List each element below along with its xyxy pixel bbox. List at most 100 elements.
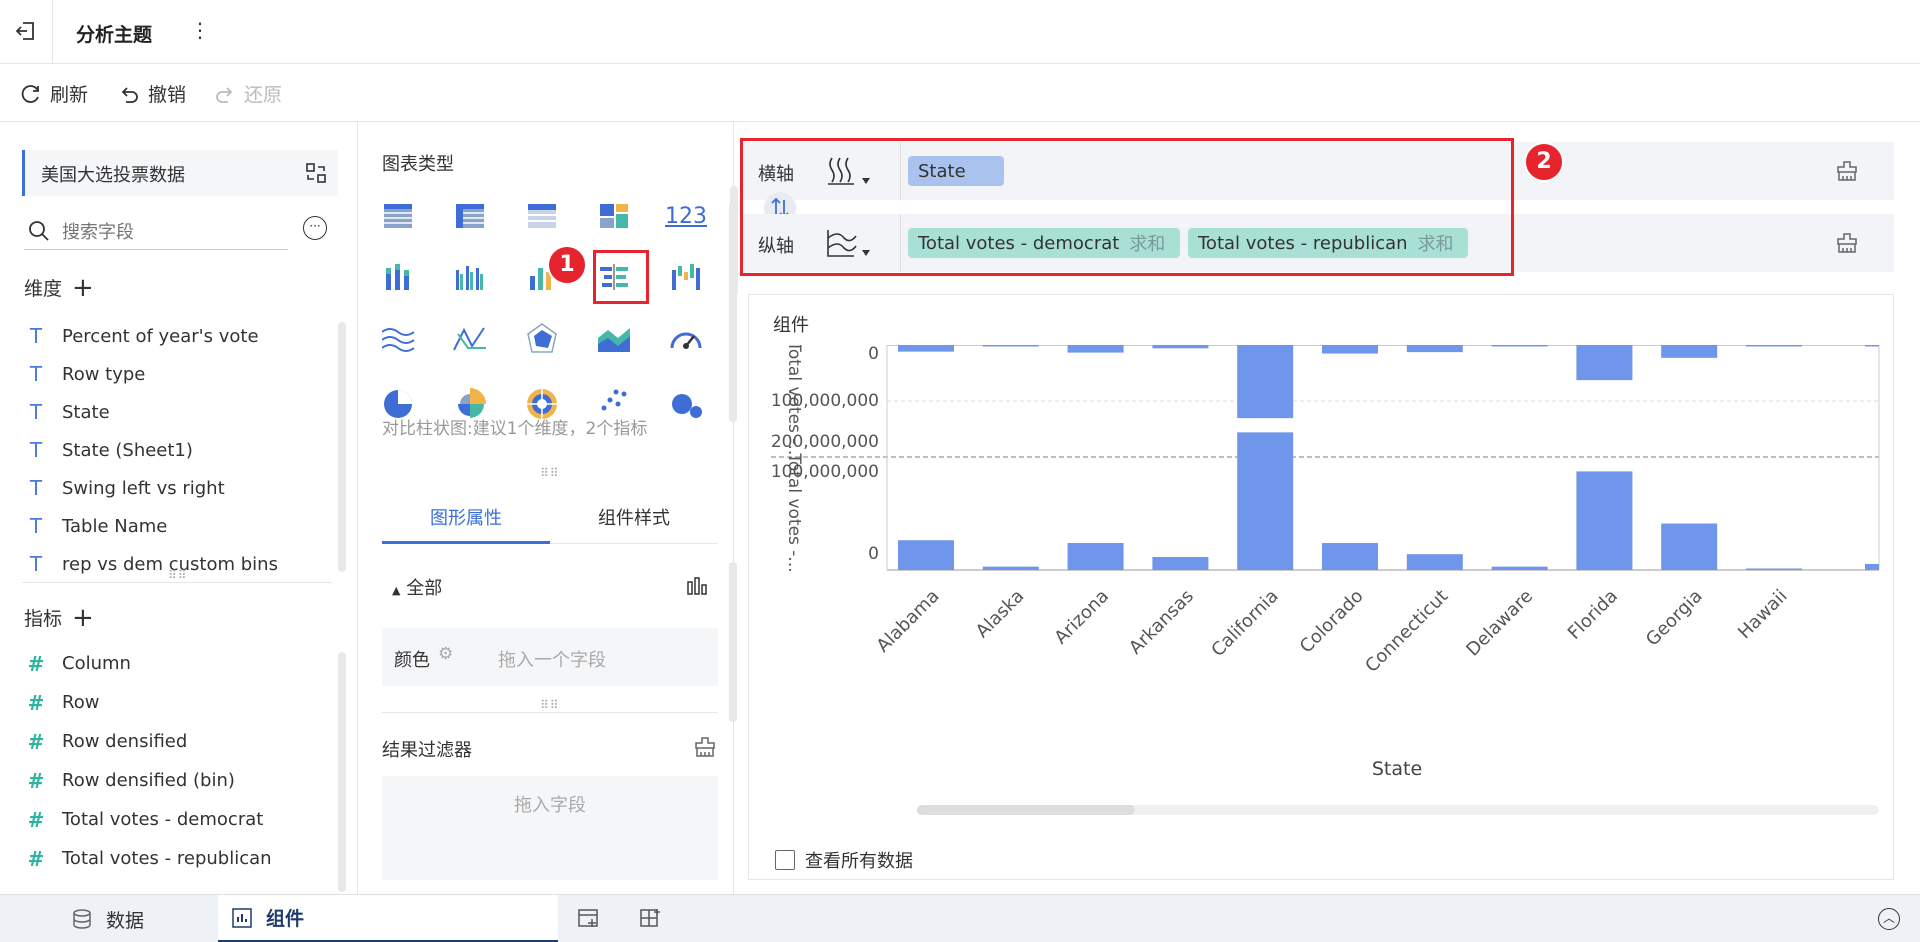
all-section-header[interactable]: ▲ 全部 — [392, 574, 442, 600]
undo-icon — [118, 83, 140, 105]
toolbar: 刷新 撤销 还原 — [0, 64, 1920, 122]
field-label: Table Name — [62, 515, 168, 537]
measure-item[interactable]: # Total votes - democrat — [26, 800, 326, 839]
stacked-column-icon[interactable] — [382, 254, 422, 302]
tab-widget[interactable]: 组件 — [218, 895, 558, 942]
dimensions-label: 维度 — [24, 278, 63, 300]
cross-table-icon[interactable] — [446, 192, 494, 240]
x-axis-title: State — [1372, 758, 1422, 780]
number-type-icon: # — [27, 846, 45, 871]
line-scatter-icon[interactable] — [446, 316, 494, 364]
bar-democrat — [1406, 345, 1463, 353]
see-all-data[interactable]: 查看所有数据 — [775, 847, 913, 873]
annotation-box-chart-type — [593, 250, 649, 304]
axis-scrollbar[interactable] — [730, 186, 738, 296]
waterfall-icon[interactable] — [662, 254, 710, 302]
chart-config-panel: 图表类型 123 对比柱状图:建议1个维度，2个指标 ⠿⠿ 图形属性 组件样式 … — [358, 122, 737, 894]
detail-table-icon[interactable] — [518, 192, 566, 240]
clear-filter-icon[interactable] — [694, 736, 716, 758]
dimension-item[interactable]: T Percent of year's vote — [26, 317, 326, 355]
filter-drop-zone[interactable]: 拖入字段 — [382, 776, 718, 880]
y-tick-label: 0 — [868, 345, 879, 364]
stream-icon[interactable] — [382, 316, 422, 364]
exit-icon[interactable] — [14, 20, 36, 42]
bubble-icon[interactable] — [662, 378, 710, 426]
dimension-scrollbar[interactable] — [338, 322, 346, 572]
measure-scrollbar[interactable] — [338, 652, 346, 892]
add-measure-icon[interactable]: + — [72, 605, 94, 631]
annotation-badge-2: 2 — [1524, 142, 1564, 182]
resize-handle[interactable]: ⠿⠿ — [540, 698, 560, 712]
radar-icon[interactable] — [518, 316, 566, 364]
treemap-icon[interactable] — [590, 192, 638, 240]
measure-item[interactable]: # Column — [26, 644, 326, 683]
dimension-item[interactable]: T Row type — [26, 355, 326, 393]
scrollbar-thumb[interactable] — [917, 805, 1135, 815]
bar-democrat — [1661, 345, 1718, 358]
tab-widget-label: 组件 — [266, 908, 305, 930]
chart-types-label: 图表类型 — [382, 154, 454, 175]
table-icon[interactable] — [382, 192, 422, 240]
add-dashboard-icon[interactable] — [640, 907, 662, 929]
refresh-button[interactable]: 刷新 — [20, 80, 88, 107]
properties-scrollbar[interactable] — [729, 562, 737, 722]
tab-component-style[interactable]: 组件样式 — [550, 498, 718, 544]
widget-title: 组件 — [773, 315, 809, 336]
bar-democrat — [1576, 345, 1633, 381]
color-label: 颜色 — [394, 650, 430, 671]
measure-item[interactable]: # Row densified (bin) — [26, 761, 326, 800]
resize-handle[interactable]: ⠿⠿ — [168, 568, 188, 582]
bar-republican — [1237, 432, 1294, 570]
undo-label: 撤销 — [148, 84, 187, 106]
field-label: Row type — [62, 363, 146, 385]
add-widget-icon[interactable] — [578, 907, 600, 929]
dimension-item[interactable]: T State (Sheet1) — [26, 431, 326, 469]
search-input[interactable] — [62, 218, 272, 246]
x-tick-label: Georgia — [1642, 586, 1707, 651]
more-options-icon[interactable]: ··· — [303, 216, 327, 240]
bar-republican — [1067, 543, 1124, 570]
measure-item[interactable]: # Row densified — [26, 722, 326, 761]
color-drop-zone[interactable]: 颜色 ⚙ 拖入一个字段 — [382, 628, 718, 686]
area-icon[interactable] — [590, 316, 638, 364]
measure-item[interactable]: # Total votes - republican — [26, 839, 326, 878]
redo-button[interactable]: 还原 — [214, 80, 282, 107]
bar-democrat — [982, 345, 1039, 347]
y-tick-label: 0 — [868, 544, 879, 564]
number-type-icon: # — [27, 768, 45, 793]
resize-handle[interactable]: ⠿⠿ — [540, 466, 560, 480]
text-type-icon: T — [29, 438, 43, 462]
text-type-icon: T — [29, 476, 43, 500]
dimension-item[interactable]: T Table Name — [26, 507, 326, 545]
number-type-icon: # — [27, 690, 45, 715]
collapse-icon[interactable]: ︿ — [1878, 908, 1900, 930]
tab-data[interactable]: 数据 — [52, 895, 218, 942]
field-label: Row densified (bin) — [62, 770, 235, 791]
y-axis-clear-icon[interactable] — [1836, 232, 1858, 254]
text-type-icon: T — [29, 400, 43, 424]
measure-item[interactable]: # Row — [26, 683, 326, 722]
tab-shape-properties[interactable]: 图形属性 — [382, 498, 550, 544]
switch-dataset-icon[interactable] — [305, 162, 327, 184]
text-type-icon: T — [29, 324, 43, 348]
gauge-icon[interactable] — [662, 316, 710, 364]
grouped-column-icon[interactable] — [446, 254, 494, 302]
more-menu-icon[interactable]: ⋮ — [190, 18, 210, 42]
dimension-item[interactable]: T Swing left vs right — [26, 469, 326, 507]
undo-button[interactable]: 撤销 — [118, 80, 186, 107]
x-axis-clear-icon[interactable] — [1836, 160, 1858, 182]
tab-style-label: 组件样式 — [598, 508, 670, 529]
add-dimension-icon[interactable]: + — [72, 275, 94, 301]
dataset-selector[interactable]: 美国大选投票数据 — [22, 150, 338, 196]
bottom-bar: 数据 组件 ︿ — [0, 894, 1920, 942]
measure-list: # Column # Row # Row densified # Row densified … — [26, 644, 326, 878]
bar-chart-icon[interactable] — [686, 576, 708, 596]
field-label: Row densified — [62, 731, 188, 752]
chart-h-scrollbar[interactable] — [917, 805, 1879, 815]
see-all-checkbox[interactable] — [775, 850, 795, 870]
field-panel: 美国大选投票数据 ··· 维度 + T Percent of year's vot… — [0, 122, 358, 894]
dimension-item[interactable]: T State — [26, 393, 326, 431]
number-icon[interactable]: 123 — [662, 192, 710, 240]
bar-republican — [1661, 523, 1718, 570]
dataset-name: 美国大选投票数据 — [41, 165, 185, 186]
